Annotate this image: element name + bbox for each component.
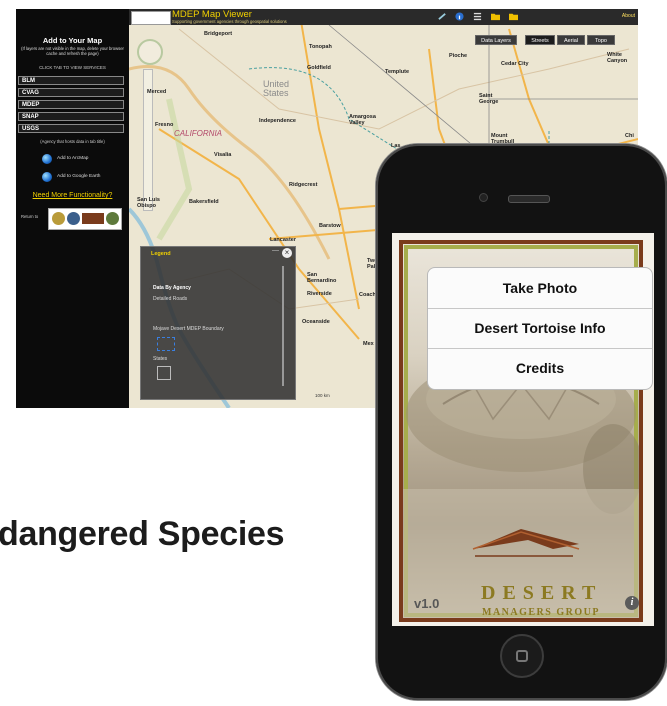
phone-device: Take Photo Desert Tortoise Info Credits … bbox=[376, 144, 667, 700]
map-label: Independence bbox=[259, 118, 296, 124]
map-label: Chi bbox=[625, 133, 634, 139]
state-label: CALIFORNIA bbox=[174, 129, 223, 138]
mdep-logo bbox=[82, 213, 104, 224]
layer-tab-cvag[interactable]: CVAG bbox=[18, 88, 124, 97]
folder-icon[interactable] bbox=[509, 12, 518, 21]
credits-button[interactable]: Credits bbox=[428, 348, 652, 388]
map-label: Saint George bbox=[479, 93, 499, 105]
map-label: Visalia bbox=[214, 152, 232, 158]
panel-title: Add to Your Map bbox=[42, 36, 103, 45]
info-icon[interactable]: i bbox=[625, 596, 639, 610]
app-frame: Take Photo Desert Tortoise Info Credits … bbox=[399, 240, 653, 622]
map-topbar: MDEP Map Viewer Supporting government ag… bbox=[129, 9, 638, 25]
close-icon[interactable]: × bbox=[282, 248, 292, 258]
states-swatch bbox=[157, 366, 171, 380]
seal-icon bbox=[52, 212, 65, 225]
app-subtitle: Supporting government agencies through g… bbox=[172, 19, 287, 24]
legend-item: Mojave Desert MDEP Boundary bbox=[153, 326, 224, 332]
camera-icon bbox=[479, 193, 488, 202]
map-label: Ridgecrest bbox=[289, 182, 318, 188]
scale-label: 100 km bbox=[315, 393, 330, 398]
globe-icon[interactable] bbox=[42, 172, 52, 182]
map-label: Mex bbox=[363, 341, 374, 347]
map-label: Riverside bbox=[307, 291, 332, 297]
phone-screen: Take Photo Desert Tortoise Info Credits … bbox=[392, 233, 654, 626]
map-label: Barstow bbox=[319, 223, 341, 229]
tab-hint: CLICK TAB TO VIEW SERVICES bbox=[39, 65, 106, 70]
data-layers-button[interactable]: Data Layers bbox=[475, 35, 517, 45]
map-label: Templute bbox=[385, 69, 410, 75]
mdep-header-logo bbox=[131, 11, 171, 25]
info-circle-icon[interactable] bbox=[455, 12, 464, 21]
brand-managers-group: MANAGERS GROUP bbox=[482, 607, 600, 618]
layer-tab-usgs[interactable]: USGS bbox=[18, 124, 124, 133]
agency-note: (Agency that hosts data in tab title) bbox=[40, 139, 105, 144]
map-label: Bridgeport bbox=[204, 31, 233, 37]
list-icon[interactable] bbox=[473, 12, 482, 21]
need-more-functionality-link[interactable]: Need More Functionality? bbox=[16, 192, 129, 199]
map-label: Fresno bbox=[155, 122, 174, 128]
map-label: San Luis Obispo bbox=[137, 197, 160, 209]
layer-tab-mdep[interactable]: MDEP bbox=[18, 100, 124, 109]
map-label: San Bernardino bbox=[307, 272, 337, 284]
legend-item: Data By Agency bbox=[153, 285, 191, 291]
legend-scrollbar[interactable] bbox=[282, 266, 284, 386]
map-label: Pioche bbox=[449, 53, 468, 59]
take-photo-button[interactable]: Take Photo bbox=[428, 268, 652, 308]
legend-panel[interactable]: Legend — × Data By Agency Detailed Roads… bbox=[140, 246, 296, 400]
map-label: Amargosa Valley bbox=[349, 114, 376, 126]
cache-note: (If layers are not visible in the map, d… bbox=[21, 46, 124, 56]
topo-button[interactable]: Topo bbox=[587, 35, 615, 45]
slide-heading: dangered Species bbox=[0, 515, 285, 553]
streets-button[interactable]: Streets bbox=[525, 35, 555, 45]
country-label: United States bbox=[263, 79, 290, 98]
map-label: Tonopah bbox=[309, 44, 332, 50]
version-label: v1.0 bbox=[414, 596, 440, 611]
about-link[interactable]: About bbox=[622, 13, 635, 19]
map-label: Cedar City bbox=[501, 61, 529, 67]
desert-tortoise-info-button[interactable]: Desert Tortoise Info bbox=[428, 308, 652, 348]
map-label: White Canyon bbox=[607, 52, 628, 64]
globe-icon[interactable] bbox=[42, 154, 52, 164]
earpiece bbox=[508, 195, 550, 203]
layer-tab-snap[interactable]: SNAP bbox=[18, 112, 124, 121]
add-google-earth-link[interactable]: Add to Google Earth bbox=[57, 174, 100, 179]
home-button-icon[interactable] bbox=[500, 634, 544, 678]
legend-item: Detailed Roads bbox=[153, 296, 188, 302]
seal-icon bbox=[67, 212, 80, 225]
legend-title: Legend bbox=[151, 251, 171, 257]
brand-desert: DESERT bbox=[481, 582, 603, 604]
minimize-button[interactable]: — bbox=[272, 247, 279, 254]
map-label: Oceanside bbox=[302, 319, 330, 325]
folder-icon[interactable] bbox=[491, 12, 500, 21]
map-label: Merced bbox=[147, 89, 167, 95]
map-label: Goldfield bbox=[307, 65, 331, 71]
boundary-swatch bbox=[157, 337, 175, 351]
seal-icon bbox=[106, 212, 119, 225]
return-to-label: Return to bbox=[21, 214, 39, 219]
agency-logos[interactable] bbox=[48, 208, 122, 230]
measure-icon[interactable] bbox=[438, 12, 447, 21]
add-arcmap-link[interactable]: Add to ArcMap bbox=[57, 156, 88, 161]
layer-tab-blm[interactable]: BLM bbox=[18, 76, 124, 85]
map-label: Bakersfield bbox=[189, 199, 219, 205]
add-to-map-panel: Add to Your Map (If layers are not visib… bbox=[16, 9, 129, 408]
pan-control[interactable] bbox=[137, 39, 163, 65]
aerial-button[interactable]: Aerial bbox=[557, 35, 585, 45]
app-menu: Take Photo Desert Tortoise Info Credits bbox=[427, 267, 653, 390]
map-label: Lancaster bbox=[270, 237, 296, 243]
legend-item: States bbox=[153, 356, 168, 362]
